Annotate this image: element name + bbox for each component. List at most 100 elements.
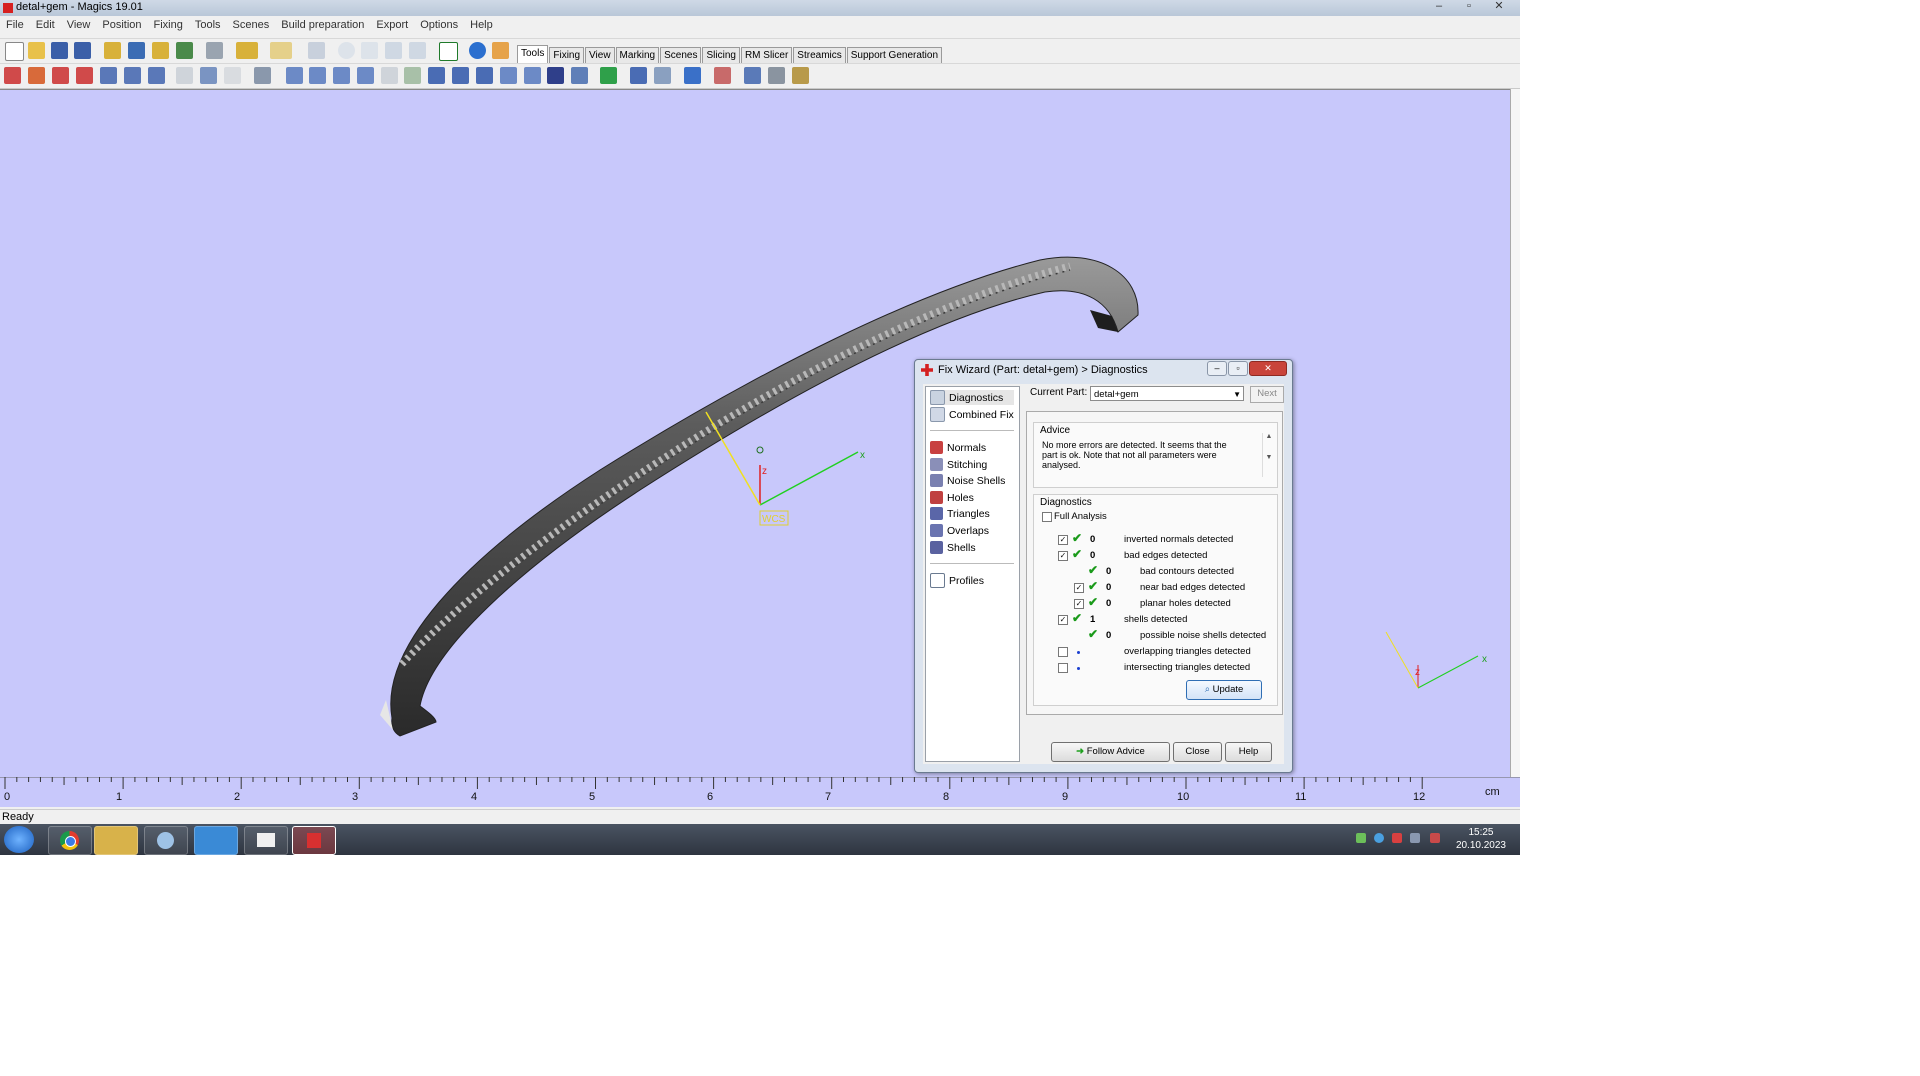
bad-edges-checkbox[interactable]: ✓ bbox=[1058, 551, 1068, 561]
nav-shells[interactable]: Shells bbox=[930, 540, 976, 555]
tab-scenes[interactable]: Scenes bbox=[660, 47, 702, 63]
tray-skype-icon[interactable] bbox=[1374, 833, 1384, 843]
load-scene-icon[interactable] bbox=[152, 42, 169, 59]
tray-language-icon[interactable] bbox=[1392, 833, 1402, 843]
tab-streamics[interactable]: Streamics bbox=[793, 47, 846, 63]
taskbar-app-icon[interactable] bbox=[194, 826, 238, 855]
shells-checkbox[interactable]: ✓ bbox=[1058, 615, 1068, 625]
dialog-title-bar[interactable]: Fix Wizard (Part: detal+gem) > Diagnosti… bbox=[915, 360, 1292, 380]
menu-options[interactable]: Options bbox=[414, 19, 464, 31]
nav-overlaps[interactable]: Overlaps bbox=[930, 523, 989, 538]
pan-icon[interactable] bbox=[361, 42, 378, 59]
plane-icon[interactable] bbox=[500, 67, 517, 84]
menu-build-preparation[interactable]: Build preparation bbox=[275, 19, 370, 31]
taskbar-magics-icon[interactable] bbox=[292, 826, 336, 855]
shell-view-icon[interactable] bbox=[547, 67, 564, 84]
nav-noise-shells[interactable]: Noise Shells bbox=[930, 473, 1005, 488]
tray-volume-icon[interactable] bbox=[1430, 833, 1440, 843]
analysis-icon[interactable] bbox=[654, 67, 671, 84]
triangle-reduction-icon[interactable] bbox=[286, 67, 303, 84]
menu-tools[interactable]: Tools bbox=[189, 19, 227, 31]
tab-marking[interactable]: Marking bbox=[615, 47, 660, 63]
open-folder-icon[interactable] bbox=[28, 42, 45, 59]
slice-icon[interactable] bbox=[768, 67, 785, 84]
cylinder-icon[interactable] bbox=[452, 67, 469, 84]
viewport-side-bar[interactable] bbox=[1510, 89, 1520, 777]
surface-icon[interactable] bbox=[524, 67, 541, 84]
tab-tools[interactable]: Tools bbox=[517, 45, 549, 63]
mirror-icon[interactable] bbox=[124, 67, 141, 84]
cone-icon[interactable] bbox=[476, 67, 493, 84]
menu-export[interactable]: Export bbox=[370, 19, 414, 31]
maximize-button[interactable]: ▫ bbox=[1456, 0, 1482, 14]
menu-file[interactable]: File bbox=[0, 19, 30, 31]
tab-slicing[interactable]: Slicing bbox=[702, 47, 740, 63]
translate-icon[interactable] bbox=[4, 67, 21, 84]
current-part-select[interactable]: detal+gem ▼ bbox=[1090, 386, 1244, 401]
sweep-icon[interactable] bbox=[333, 67, 350, 84]
wrap-icon[interactable] bbox=[381, 67, 398, 84]
inverted-normals-checkbox[interactable]: ✓ bbox=[1058, 535, 1068, 545]
nav-holes[interactable]: Holes bbox=[930, 490, 974, 505]
help-button[interactable]: Help bbox=[1225, 742, 1272, 762]
support-icon[interactable] bbox=[744, 67, 761, 84]
menu-fixing[interactable]: Fixing bbox=[148, 19, 189, 31]
offset-icon[interactable] bbox=[224, 67, 241, 84]
taskbar-explorer-icon[interactable] bbox=[94, 826, 138, 855]
next-button[interactable]: Next bbox=[1250, 386, 1284, 403]
zoom-icon[interactable] bbox=[385, 42, 402, 59]
duplicate-icon[interactable] bbox=[148, 67, 165, 84]
whats-this-icon[interactable] bbox=[492, 42, 509, 59]
nav-combined-fix[interactable]: Combined Fix bbox=[930, 407, 1014, 422]
save-as-icon[interactable] bbox=[74, 42, 91, 59]
translate-to-default-icon[interactable] bbox=[28, 67, 45, 84]
dialog-close-icon[interactable]: ✕ bbox=[1249, 361, 1287, 376]
wireframe-icon[interactable] bbox=[571, 67, 588, 84]
tab-rm-slicer[interactable]: RM Slicer bbox=[740, 47, 793, 63]
nav-profiles[interactable]: Profiles bbox=[930, 573, 984, 588]
full-analysis-checkbox[interactable] bbox=[1042, 512, 1052, 522]
print-icon[interactable] bbox=[206, 42, 223, 59]
tab-view[interactable]: View bbox=[585, 47, 615, 63]
follow-advice-button[interactable]: ➜ Follow Advice bbox=[1051, 742, 1170, 762]
smooth-icon[interactable] bbox=[309, 67, 326, 84]
intersecting-triangles-checkbox[interactable] bbox=[1058, 663, 1068, 673]
menu-edit[interactable]: Edit bbox=[30, 19, 61, 31]
unload-part-icon[interactable] bbox=[176, 42, 193, 59]
box-icon[interactable] bbox=[428, 67, 445, 84]
minimize-button[interactable]: – bbox=[1426, 0, 1452, 14]
rescale-icon[interactable] bbox=[100, 67, 117, 84]
redo-icon[interactable] bbox=[270, 42, 292, 59]
measure-icon[interactable] bbox=[630, 67, 647, 84]
nav-stitching[interactable]: Stitching bbox=[930, 457, 987, 472]
overlapping-triangles-checkbox[interactable] bbox=[1058, 647, 1068, 657]
rotate-part-icon[interactable] bbox=[52, 67, 69, 84]
start-button[interactable] bbox=[4, 826, 34, 853]
update-button[interactable]: ⌕ Update bbox=[1186, 680, 1262, 700]
menu-position[interactable]: Position bbox=[96, 19, 147, 31]
rotate-default-icon[interactable] bbox=[76, 67, 93, 84]
taskbar-printer-icon[interactable] bbox=[244, 826, 288, 855]
undo-icon[interactable] bbox=[236, 42, 258, 59]
rotate-icon[interactable] bbox=[338, 42, 355, 59]
import-part-icon[interactable] bbox=[104, 42, 121, 59]
fix-wizard-icon[interactable] bbox=[714, 67, 731, 84]
tray-flag-icon[interactable] bbox=[1410, 833, 1420, 843]
close-button[interactable]: ✕ bbox=[1486, 0, 1512, 14]
tray-clock[interactable]: 15:25 20.10.2023 bbox=[1456, 826, 1506, 852]
label-icon[interactable] bbox=[404, 67, 421, 84]
dialog-maximize-button[interactable]: ▫ bbox=[1228, 361, 1248, 376]
planar-holes-checkbox[interactable]: ✓ bbox=[1074, 599, 1084, 609]
close-dialog-button[interactable]: Close bbox=[1173, 742, 1222, 762]
save-icon[interactable] bbox=[51, 42, 68, 59]
tray-network-icon[interactable] bbox=[1356, 833, 1366, 843]
new-file-icon[interactable] bbox=[5, 42, 24, 61]
boolean-icon[interactable] bbox=[254, 67, 271, 84]
split-icon[interactable] bbox=[600, 67, 617, 84]
extrude-icon[interactable] bbox=[357, 67, 374, 84]
nav-normals[interactable]: Normals bbox=[930, 440, 986, 455]
save-part-icon[interactable] bbox=[128, 42, 145, 59]
near-bad-edges-checkbox[interactable]: ✓ bbox=[1074, 583, 1084, 593]
part-info-icon[interactable] bbox=[684, 67, 701, 84]
cut-icon[interactable] bbox=[176, 67, 193, 84]
